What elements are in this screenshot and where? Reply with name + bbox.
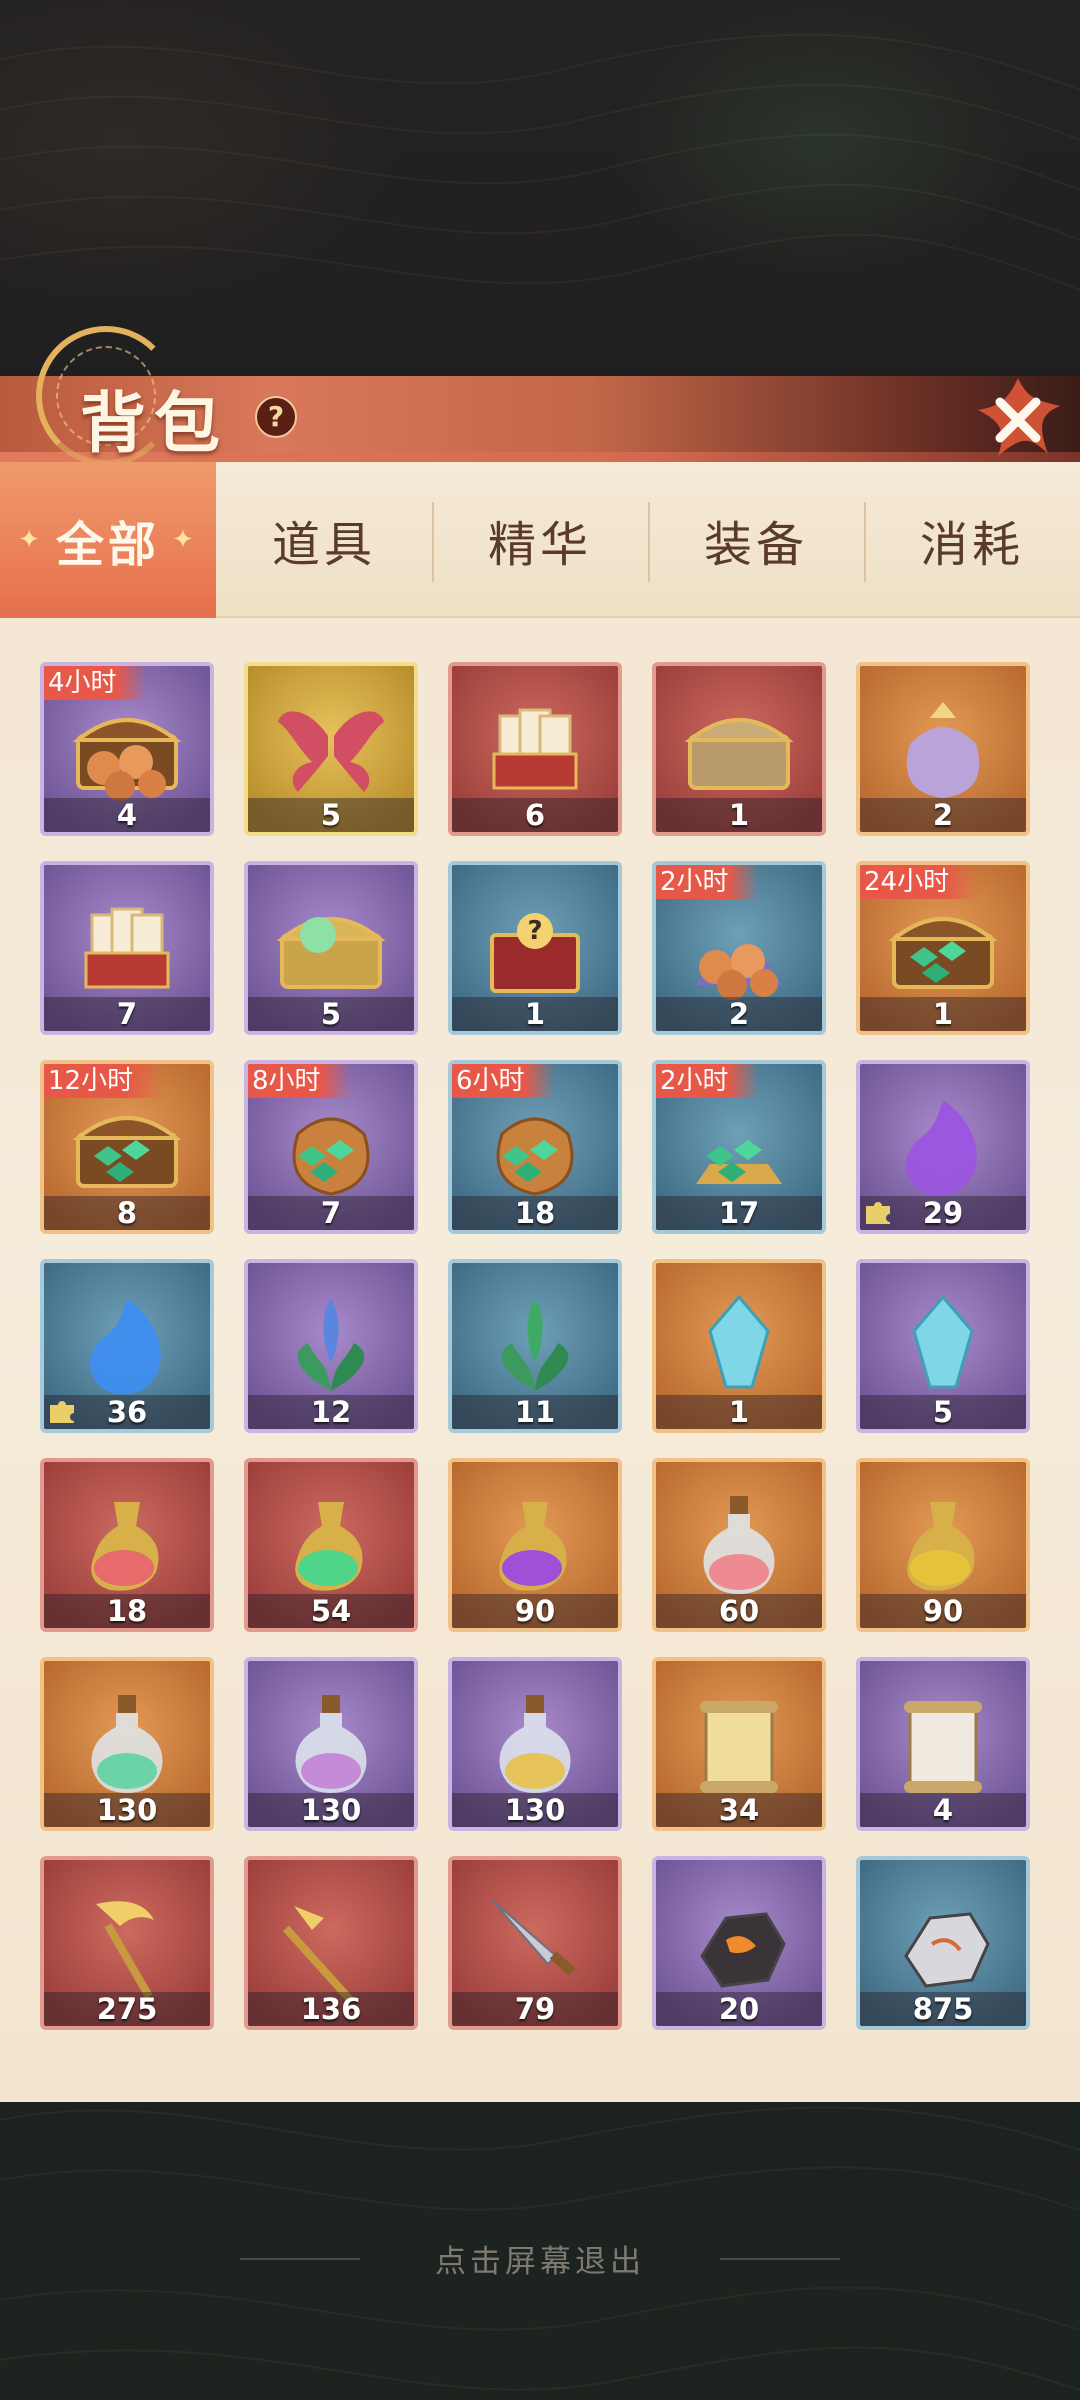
inventory-slot-golden-spear[interactable]: 136 bbox=[244, 1856, 418, 2030]
inventory-slot-treasure-chest-red[interactable]: 1 bbox=[652, 662, 826, 836]
item-count: 4 bbox=[932, 1793, 954, 1827]
inventory-slot-elixir-purple[interactable]: 90 bbox=[448, 1458, 622, 1632]
inventory-slot-crystal-orange[interactable]: 1 bbox=[652, 1259, 826, 1433]
tab-label: 精华 bbox=[487, 517, 592, 573]
fragment-puzzle-icon bbox=[866, 1202, 890, 1224]
inventory-slot-elixir-yellow[interactable]: 90 bbox=[856, 1458, 1030, 1632]
inventory-slot-blue-flame[interactable]: 36 bbox=[40, 1259, 214, 1433]
inventory-slot-jade-sacks[interactable]: 7 8小时 bbox=[244, 1060, 418, 1234]
item-count: 60 bbox=[718, 1594, 760, 1628]
inventory-slot-jade-sack[interactable]: 18 6小时 bbox=[448, 1060, 622, 1234]
inventory-slot-lava-ore[interactable]: 20 bbox=[652, 1856, 826, 2030]
inventory-slot-jade-chest-large[interactable]: 1 24小时 bbox=[856, 861, 1030, 1035]
inventory-slot-potion-yellow[interactable]: 130 bbox=[448, 1657, 622, 1831]
inventory-slot-orb-cushion[interactable]: 2 2小时 bbox=[652, 861, 826, 1035]
item-count: 90 bbox=[514, 1594, 556, 1628]
tab-essence[interactable]: 精华 bbox=[432, 462, 648, 618]
item-count: 130 bbox=[504, 1793, 566, 1827]
inventory-slot-jade-chest[interactable]: 8 12小时 bbox=[40, 1060, 214, 1234]
item-count: 1 bbox=[524, 997, 546, 1031]
item-count: 6 bbox=[524, 798, 546, 832]
inventory-slot-potion-green[interactable]: 130 bbox=[40, 1657, 214, 1831]
item-count: 130 bbox=[300, 1793, 362, 1827]
timer-badge: 4小时 bbox=[44, 666, 147, 700]
inventory-slot-card-box-purple[interactable]: 7 bbox=[40, 861, 214, 1035]
item-count: 1 bbox=[728, 798, 750, 832]
item-count: 20 bbox=[718, 1992, 760, 2026]
inventory-slot-scroll-white[interactable]: 4 bbox=[856, 1657, 1030, 1831]
inventory-slot-blue-herb[interactable]: 12 bbox=[244, 1259, 418, 1433]
inventory-slot-orb-chest[interactable]: 4 4小时 bbox=[40, 662, 214, 836]
tab-label: 消耗 bbox=[919, 517, 1024, 573]
svg-text:?: ? bbox=[527, 916, 542, 946]
inventory-slot-scroll-gold[interactable]: 34 bbox=[652, 1657, 826, 1831]
tab-label: 装备 bbox=[703, 517, 808, 573]
item-count: 7 bbox=[116, 997, 138, 1031]
item-count: 34 bbox=[718, 1793, 760, 1827]
item-count: 2 bbox=[728, 997, 750, 1031]
close-icon[interactable] bbox=[968, 370, 1068, 470]
tab-all[interactable]: ✦ 全部 ✦ bbox=[0, 462, 216, 618]
page-title: 背包 bbox=[80, 385, 228, 462]
inventory-slot-green-herb[interactable]: 11 bbox=[448, 1259, 622, 1433]
fragment-puzzle-icon bbox=[50, 1401, 74, 1423]
inventory-slot-dagger[interactable]: 79 bbox=[448, 1856, 622, 2030]
item-count: 18 bbox=[514, 1196, 556, 1230]
item-count: 275 bbox=[96, 1992, 158, 2026]
timer-badge: 8小时 bbox=[248, 1064, 351, 1098]
inventory-slot-wings[interactable]: 5 bbox=[244, 662, 418, 836]
tab-label: 道具 bbox=[271, 517, 376, 573]
inventory-slot-crystal-purple[interactable]: 5 bbox=[856, 1259, 1030, 1433]
tab-consumables[interactable]: 消耗 bbox=[864, 462, 1080, 618]
inventory-slot-silver-ore[interactable]: 875 bbox=[856, 1856, 1030, 2030]
timer-badge: 24小时 bbox=[860, 865, 980, 899]
item-count: 5 bbox=[320, 798, 342, 832]
help-icon[interactable]: ? bbox=[255, 396, 297, 438]
item-count: 7 bbox=[320, 1196, 342, 1230]
item-count: 1 bbox=[932, 997, 954, 1031]
timer-badge: 6小时 bbox=[452, 1064, 555, 1098]
tab-equipment[interactable]: 装备 bbox=[648, 462, 864, 618]
sparkle-icon: ✦ bbox=[18, 525, 44, 555]
tab-props[interactable]: 道具 bbox=[216, 462, 432, 618]
inventory-slot-golden-staff[interactable]: 275 bbox=[40, 1856, 214, 2030]
tab-label: 全部 bbox=[55, 517, 160, 573]
inventory-slot-potion-pink[interactable]: 60 bbox=[652, 1458, 826, 1632]
inventory-slot-jade-pile[interactable]: 17 2小时 bbox=[652, 1060, 826, 1234]
inventory-slot-purple-flame[interactable]: 29 bbox=[856, 1060, 1030, 1234]
item-count: 18 bbox=[106, 1594, 148, 1628]
item-count: 1 bbox=[728, 1395, 750, 1429]
item-count: 54 bbox=[310, 1594, 352, 1628]
item-count: 875 bbox=[912, 1992, 974, 2026]
item-count: 17 bbox=[718, 1196, 760, 1230]
item-count: 8 bbox=[116, 1196, 138, 1230]
inventory-slot-spirit-orb-chest[interactable]: 5 bbox=[244, 861, 418, 1035]
inventory-slot-card-box-red[interactable]: 6 bbox=[448, 662, 622, 836]
item-count: 11 bbox=[514, 1395, 556, 1429]
item-count: 130 bbox=[96, 1793, 158, 1827]
item-count: 5 bbox=[320, 997, 342, 1031]
exit-hint[interactable]: 点击屏幕退出 bbox=[0, 2236, 1080, 2286]
inventory-slot-elixir-green[interactable]: 54 bbox=[244, 1458, 418, 1632]
item-count: 90 bbox=[922, 1594, 964, 1628]
inventory-slot-potion-purple[interactable]: 130 bbox=[244, 1657, 418, 1831]
item-count: 79 bbox=[514, 1992, 556, 2026]
timer-badge: 2小时 bbox=[656, 865, 759, 899]
item-count: 12 bbox=[310, 1395, 352, 1429]
sparkle-icon: ✦ bbox=[172, 525, 198, 555]
inventory-slot-mystery-chest[interactable]: ? 1 bbox=[448, 861, 622, 1035]
inventory-slot-gift-bag[interactable]: 2 bbox=[856, 662, 1030, 836]
item-count: 136 bbox=[300, 1992, 362, 2026]
timer-badge: 2小时 bbox=[656, 1064, 759, 1098]
item-count: 4 bbox=[116, 798, 138, 832]
tab-bar: ✦ 全部 ✦ 道具 精华 装备 消耗 bbox=[0, 462, 1080, 618]
item-count: 5 bbox=[932, 1395, 954, 1429]
item-count: 2 bbox=[932, 798, 954, 832]
timer-badge: 12小时 bbox=[44, 1064, 164, 1098]
inventory-slot-elixir-red[interactable]: 18 bbox=[40, 1458, 214, 1632]
